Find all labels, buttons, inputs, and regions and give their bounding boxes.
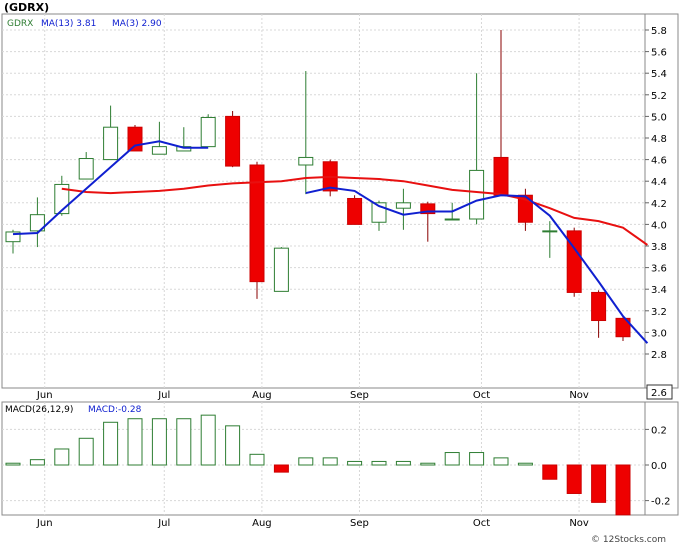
macd-bar (517, 462, 533, 466)
macd-bar (615, 464, 631, 516)
price-tick-label: 2.8 (651, 350, 667, 361)
candle-body (78, 158, 94, 180)
price-tick-label: 3.2 (651, 307, 667, 318)
price-month-label: Sep (350, 390, 369, 401)
price-month-label: Jul (157, 390, 170, 401)
watermark: © 12Stocks.com (591, 535, 666, 545)
macd-bar (444, 452, 460, 466)
candle-body (591, 291, 607, 322)
legend-ma3: MA(3) 2.90 (112, 19, 162, 29)
macd-bar (5, 462, 21, 466)
macd-bar (200, 414, 216, 466)
price-tick-label: 3.8 (651, 242, 667, 253)
candle-body (103, 126, 119, 161)
price-tick-label: 4.0 (651, 220, 667, 231)
price-tick-label: 4.4 (651, 177, 667, 188)
price-tick-label: 5.6 (651, 48, 667, 59)
stock-chart-svg: 5.8 5.6 5.4 5.2 5.0 4.8 4.6 4.4 4.2 4.0 3.8 3.6 3.4 3… (1, 1, 679, 545)
macd-legend-params: MACD(26,12,9) (5, 405, 73, 415)
price-tick-label: 5.8 (651, 26, 667, 37)
macd-bar (395, 460, 411, 466)
macd-month-label: Oct (473, 518, 490, 529)
macd-month-label: Jun (36, 518, 53, 529)
macd-bar (103, 421, 119, 466)
macd-bar (176, 418, 192, 466)
macd-month-label: Nov (569, 518, 589, 529)
macd-bar (54, 448, 70, 466)
macd-bar (591, 464, 607, 503)
macd-legend-value: MACD:-0.28 (88, 405, 142, 415)
macd-month-label: Jul (157, 518, 170, 529)
price-tick-label: 5.4 (651, 69, 667, 80)
candle-body (493, 156, 509, 196)
macd-bar (29, 459, 45, 466)
candle-body (298, 156, 314, 166)
ticker-title: (GDRX) (4, 1, 49, 14)
chart-page: 5.8 5.6 5.4 5.2 5.0 4.8 4.6 4.4 4.2 4.0 3.8 3.6 3.4 3… (0, 0, 680, 546)
macd-bar (420, 462, 436, 466)
candle-body (225, 115, 241, 167)
price-month-label: Oct (473, 390, 490, 401)
price-month-label: Nov (569, 390, 589, 401)
candle-body (273, 247, 289, 292)
price-tick-label: 3.4 (651, 285, 667, 296)
macd-bar (566, 464, 582, 494)
macd-month-label: Sep (350, 518, 369, 529)
price-month-label: Aug (252, 390, 272, 401)
price-tick-label: 3.0 (651, 328, 667, 339)
price-month-label: Jun (36, 390, 53, 401)
price-tick-label: 4.6 (651, 156, 667, 167)
macd-bar (347, 460, 363, 466)
candle-body (542, 230, 558, 233)
candle-body (444, 218, 460, 221)
price-tick-label: 3.6 (651, 264, 667, 275)
macd-bar (151, 418, 167, 466)
macd-tick-label: 0.0 (651, 461, 667, 472)
legend-symbol: GDRX (7, 19, 33, 29)
macd-bar (225, 425, 241, 466)
macd-bar (127, 418, 143, 466)
macd-tick-label: 0.2 (651, 425, 667, 436)
price-tick-label: 4.8 (651, 134, 667, 145)
price-tick-label: 5.2 (651, 91, 667, 102)
candle-body (395, 202, 411, 209)
candle-body (151, 146, 167, 155)
candle-body (469, 169, 485, 220)
macd-bar (249, 453, 265, 466)
macd-bar (322, 457, 338, 466)
macd-month-label: Aug (252, 518, 272, 529)
macd-bar (273, 464, 289, 473)
macd-bar (78, 437, 94, 466)
price-tick-label: 5.0 (651, 112, 667, 123)
price-tick-label: 4.2 (651, 199, 667, 210)
macd-bar (493, 457, 509, 466)
macd-bar (298, 457, 314, 466)
candle-body (127, 126, 143, 152)
last-price-label: 2.6 (651, 388, 667, 399)
macd-bar (371, 460, 387, 466)
macd-tick-label: -0.2 (651, 497, 671, 508)
legend-ma13: MA(13) 3.81 (41, 19, 96, 29)
candle-body (200, 116, 216, 148)
macd-bar (542, 464, 558, 480)
macd-bar (469, 452, 485, 466)
candle-body (347, 197, 363, 225)
